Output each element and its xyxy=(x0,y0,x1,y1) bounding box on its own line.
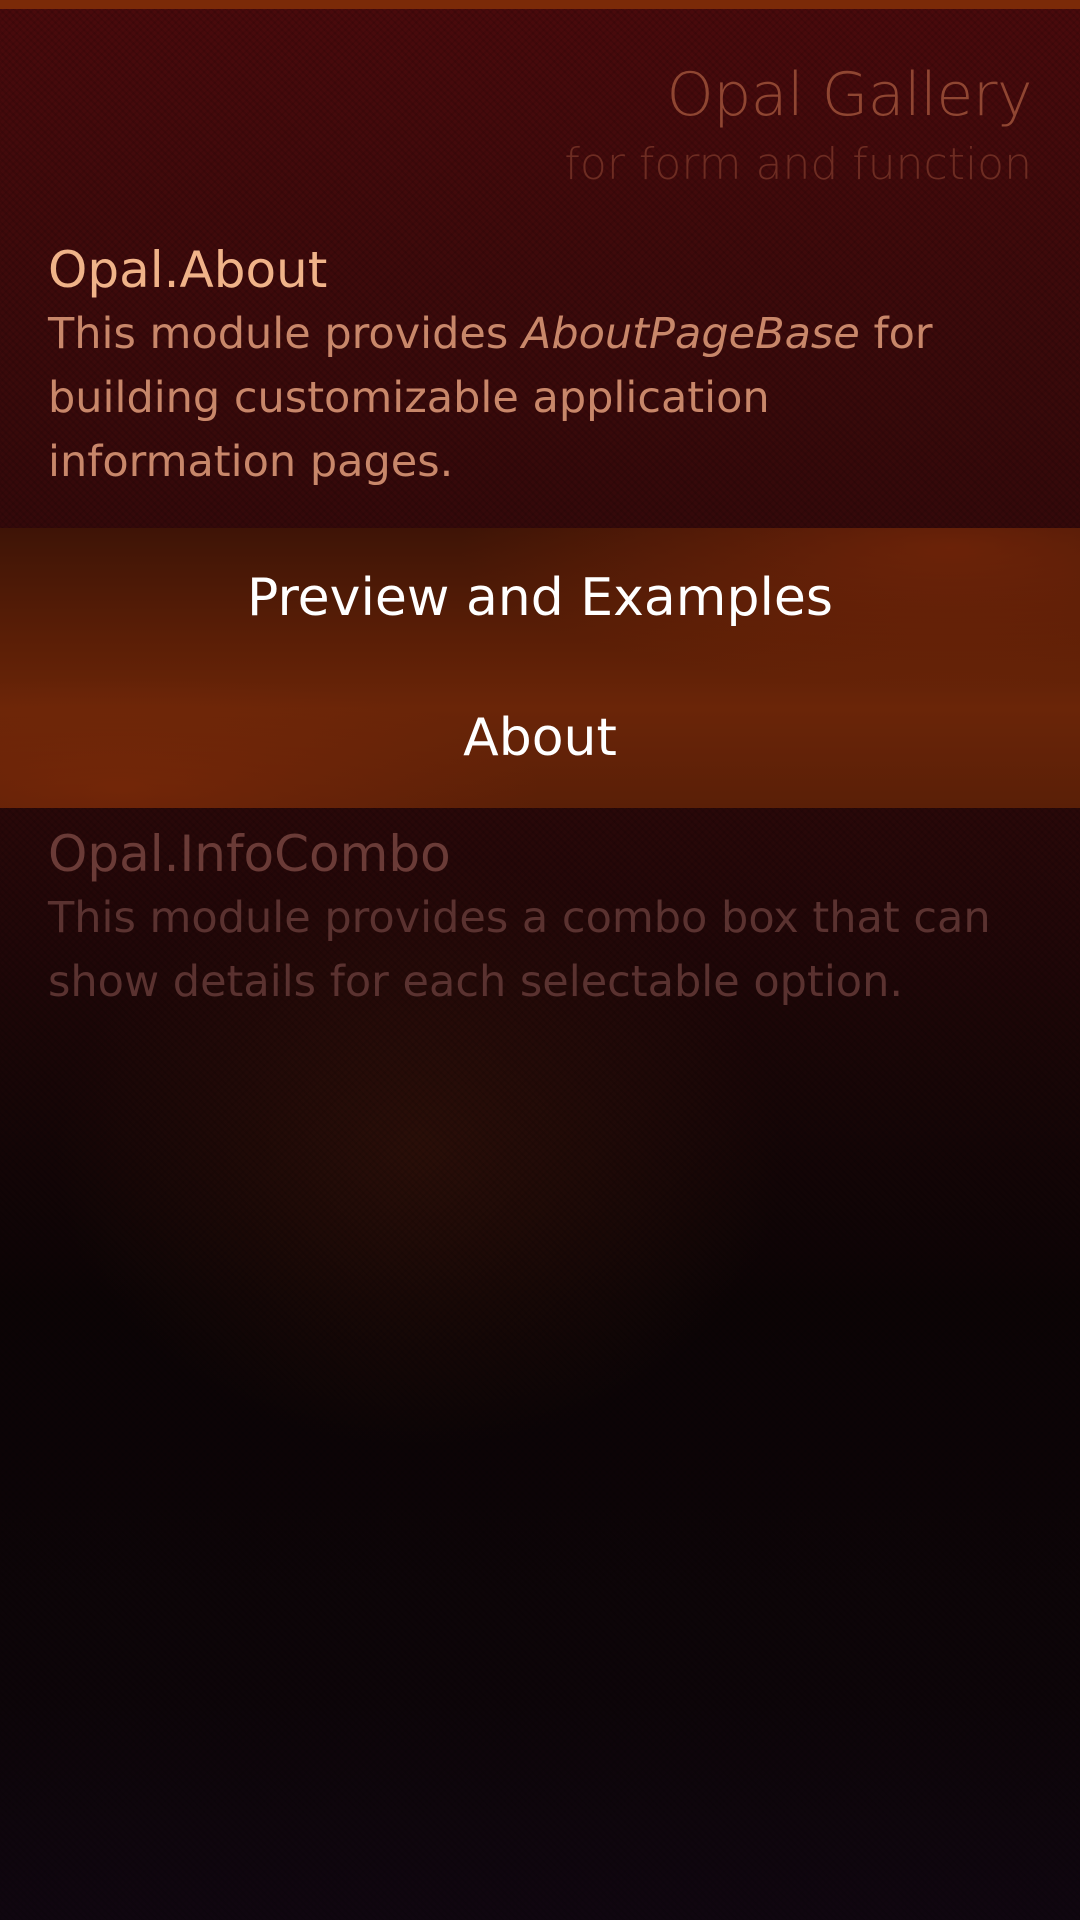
page-header: Opal Gallery for form and function xyxy=(564,55,1032,195)
list-item-opal-about[interactable]: Opal.About This module provides AboutPag… xyxy=(48,238,1008,494)
context-menu: Preview and Examples About xyxy=(0,528,1080,808)
list-item-description: This module provides a combo box that ca… xyxy=(48,893,991,1007)
page-title: Opal Gallery xyxy=(666,60,1032,130)
top-status-bar xyxy=(0,0,1080,9)
menu-item-preview-and-examples[interactable]: Preview and Examples xyxy=(0,528,1080,668)
page-subtitle: for form and function xyxy=(564,139,1032,190)
list-item-description: This module provides AboutPageBase for b… xyxy=(48,302,1008,494)
description-emphasis: AboutPageBase xyxy=(521,309,860,359)
description-text: This module provides xyxy=(48,309,522,359)
list-item-title: Opal.About xyxy=(48,241,328,299)
menu-item-about[interactable]: About xyxy=(0,668,1080,808)
list-item-title: Opal.InfoCombo xyxy=(48,825,451,883)
list-item-opal-infocombo[interactable]: Opal.InfoCombo This module provides a co… xyxy=(48,822,1008,1014)
